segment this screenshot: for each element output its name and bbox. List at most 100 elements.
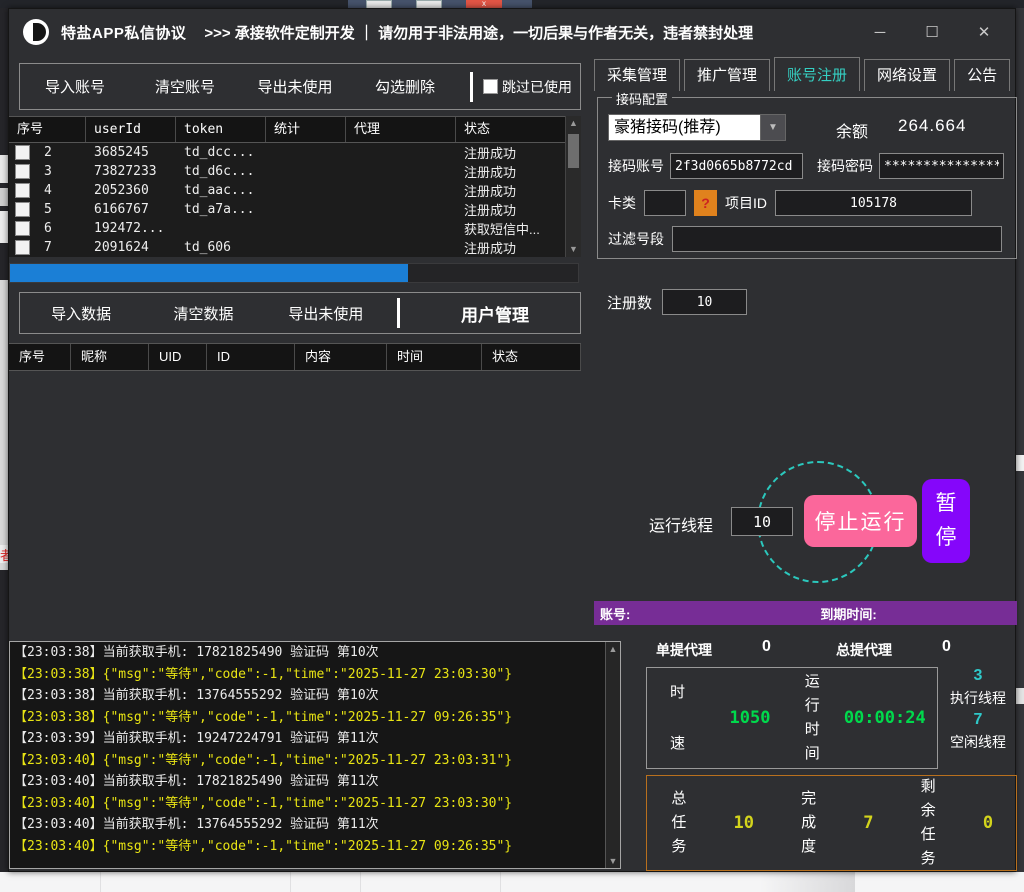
scroll-down-icon[interactable]: ▼ — [606, 854, 620, 868]
userid-cell: 192472... — [86, 221, 176, 236]
code-password-input[interactable] — [879, 153, 1004, 179]
table-row[interactable]: 72091624td_606注册成功 — [9, 238, 581, 257]
account-toolbar-button[interactable]: 导出未使用 — [240, 76, 350, 97]
tab-1[interactable]: 采集管理 — [594, 59, 680, 91]
register-count-input[interactable] — [662, 289, 747, 315]
tab-4[interactable]: 网络设置 — [864, 59, 950, 91]
help-icon[interactable]: ? — [694, 190, 717, 216]
accounts-column-header: 状态 — [456, 117, 581, 142]
log-line: 【23:03:38】当前获取手机: 17821825490 验证码 第10次 — [10, 642, 620, 664]
account-toolbar-button[interactable]: 导入账号 — [20, 76, 130, 97]
scroll-up-icon[interactable]: ▲ — [566, 116, 581, 131]
skip-used-checkbox[interactable]: 跳过已使用 — [483, 77, 580, 97]
table-row[interactable]: 23685245td_dcc...注册成功 — [9, 143, 581, 162]
bg-fragment — [0, 211, 8, 243]
messages-column-header: 序号 — [9, 344, 71, 370]
data-toolbar-button[interactable]: 导出未使用 — [265, 303, 387, 324]
filter-input[interactable] — [672, 226, 1002, 252]
window-subtitle: >>> 承接软件定制开发 ｜ 请勿用于非法用途，一切后果与作者无关，违者禁封处理 — [204, 22, 753, 43]
stop-run-button[interactable]: 停止运行 — [804, 495, 917, 547]
checkbox-icon[interactable] — [15, 240, 30, 255]
row-number-cell: 3 — [9, 164, 86, 179]
speed-label: 时速 — [669, 667, 687, 769]
toolbar-divider — [397, 298, 400, 328]
balance-value: 264.664 — [898, 116, 966, 136]
log-line: 【23:03:40】当前获取手机: 13764555292 验证码 第11次 — [10, 814, 620, 836]
row-number-cell: 6 — [9, 221, 86, 236]
register-count-label: 注册数 — [607, 292, 652, 313]
checkbox-icon[interactable] — [15, 221, 30, 236]
project-id-input[interactable] — [775, 190, 972, 216]
checkbox-icon[interactable] — [15, 183, 30, 198]
table-row[interactable]: 56166767td_a7a...注册成功 — [9, 200, 581, 219]
messages-column-header: ID — [207, 344, 295, 370]
scrollbar-thumb[interactable] — [568, 134, 579, 168]
userid-cell: 73827233 — [86, 164, 176, 179]
app-logo-icon — [23, 19, 49, 45]
accounts-column-header: token — [176, 117, 266, 142]
bg-fragment — [1016, 688, 1024, 704]
messages-column-header: 昵称 — [71, 344, 149, 370]
table-row[interactable]: 42052360td_aac...注册成功 — [9, 181, 581, 200]
bg-fragment — [0, 280, 8, 570]
provider-dropdown[interactable]: 豪猪接码(推荐) ▼ — [608, 114, 786, 141]
card-type-input[interactable] — [644, 190, 686, 216]
table-row[interactable]: 373827233td_d6c...注册成功 — [9, 162, 581, 181]
tab-3[interactable]: 账号注册 — [774, 57, 860, 91]
row-number: 2 — [36, 145, 52, 160]
pause-button[interactable]: 暂停 — [922, 479, 970, 563]
accounts-table-scrollbar[interactable]: ▲ ▼ — [565, 116, 581, 257]
log-line: 【23:03:38】当前获取手机: 13764555292 验证码 第10次 — [10, 685, 620, 707]
tab-2[interactable]: 推广管理 — [684, 59, 770, 91]
run-threads-input[interactable] — [731, 507, 793, 536]
row-number: 3 — [36, 164, 52, 179]
row-number: 5 — [36, 202, 52, 217]
close-icon[interactable]: ✕ — [967, 19, 1001, 45]
row-number: 7 — [36, 240, 52, 255]
account-toolbar-button[interactable]: 勾选删除 — [350, 76, 460, 97]
data-toolbar-button[interactable]: 导入数据 — [20, 303, 142, 324]
license-bar: 账号: 到期时间: — [594, 601, 1017, 625]
background-window-right — [1016, 8, 1024, 872]
checkbox-icon[interactable] — [483, 79, 498, 94]
log-line: 【23:03:40】{"msg":"等待","code":-1,"time":"… — [10, 750, 620, 772]
bg-text-fragment: 者 — [0, 545, 8, 563]
speed-box: 时速 1050 运行时间 00:00:24 — [646, 667, 938, 769]
messages-column-header: 内容 — [295, 344, 387, 370]
single-agent-value: 0 — [762, 638, 771, 656]
status-cell: 注册成功 — [456, 200, 581, 219]
userid-cell: 3685245 — [86, 145, 176, 160]
bg-line — [290, 872, 291, 892]
messages-column-header: 时间 — [387, 344, 482, 370]
maximize-icon[interactable]: ☐ — [915, 19, 949, 45]
progress-bar — [9, 263, 579, 283]
thread-stats: 3 执行线程 7 空闲线程 — [939, 665, 1017, 753]
log-scrollbar[interactable]: ▲ ▼ — [605, 642, 620, 868]
checkbox-icon[interactable] — [15, 202, 30, 217]
license-account-label: 账号: — [600, 604, 630, 623]
checkbox-icon[interactable] — [15, 164, 30, 179]
table-row[interactable]: 6192472...获取短信中... — [9, 219, 581, 238]
tab-5[interactable]: 公告 — [954, 59, 1010, 91]
code-account-input[interactable] — [670, 153, 803, 179]
log-line: 【23:03:40】当前获取手机: 17821825490 验证码 第11次 — [10, 771, 620, 793]
checkbox-icon[interactable] — [15, 145, 30, 160]
status-cell: 注册成功 — [456, 162, 581, 181]
chevron-down-icon[interactable]: ▼ — [760, 115, 785, 140]
titlebar: 特盐APP私信协议 >>> 承接软件定制开发 ｜ 请勿用于非法用途，一切后果与作… — [9, 9, 1015, 55]
log-line: 【23:03:39】当前获取手机: 19247224791 验证码 第11次 — [10, 728, 620, 750]
skip-used-label: 跳过已使用 — [502, 77, 572, 97]
group-label: 接码配置 — [612, 89, 672, 108]
scroll-down-icon[interactable]: ▼ — [566, 242, 581, 257]
account-toolbar-button[interactable]: 清空账号 — [130, 76, 240, 97]
data-toolbar-button[interactable]: 清空数据 — [142, 303, 264, 324]
single-agent-label: 单提代理 — [656, 640, 712, 660]
run-threads-label: 运行线程 — [649, 512, 713, 536]
total-agent-label: 总提代理 — [836, 640, 892, 660]
user-manager-button[interactable]: 用户管理 — [410, 301, 580, 326]
idle-threads-value: 7 — [939, 709, 1017, 731]
speed-value: 1050 — [730, 708, 771, 728]
minimize-icon[interactable]: ─ — [863, 19, 897, 45]
bg-line — [100, 872, 101, 892]
bg-shade — [760, 872, 855, 892]
